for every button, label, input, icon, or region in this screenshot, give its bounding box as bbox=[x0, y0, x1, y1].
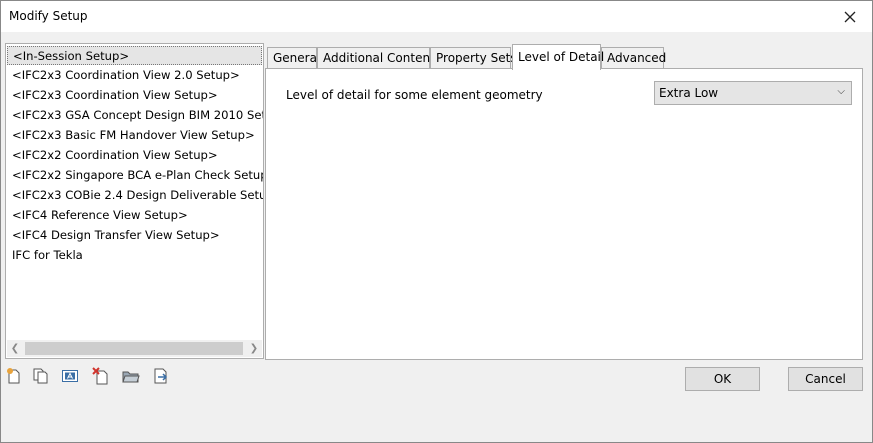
duplicate-setup-icon[interactable] bbox=[32, 367, 50, 385]
window-title: Modify Setup bbox=[9, 9, 88, 23]
title-bar: Modify Setup bbox=[1, 1, 872, 32]
tab-general[interactable]: General bbox=[267, 47, 320, 69]
setup-list-item[interactable]: <IFC2x3 Basic FM Handover View Setup> bbox=[7, 126, 262, 145]
setup-list-item[interactable]: <IFC2x3 Coordination View 2.0 Setup> bbox=[7, 66, 262, 85]
close-icon bbox=[844, 11, 856, 22]
cancel-button[interactable]: Cancel bbox=[788, 367, 863, 391]
ok-button[interactable]: OK bbox=[685, 367, 760, 391]
import-setup-icon[interactable] bbox=[122, 367, 140, 385]
setup-list-item[interactable]: <IFC4 Reference View Setup> bbox=[7, 206, 262, 225]
setup-list-item[interactable]: <IFC2x3 Coordination View Setup> bbox=[7, 86, 262, 105]
horizontal-scrollbar[interactable]: ❮ ❯ bbox=[7, 340, 262, 357]
setup-list[interactable]: <In-Session Setup> <IFC2x3 Coordination … bbox=[5, 43, 264, 359]
setup-list-item[interactable]: IFC for Tekla bbox=[7, 246, 262, 265]
setup-list-item[interactable]: <IFC2x2 Coordination View Setup> bbox=[7, 146, 262, 165]
close-button[interactable] bbox=[828, 1, 872, 32]
setup-list-item[interactable]: <IFC2x2 Singapore BCA e-Plan Check Setup… bbox=[7, 166, 263, 185]
scrollbar-thumb[interactable] bbox=[25, 342, 243, 355]
tab-advanced[interactable]: Advanced bbox=[601, 47, 666, 69]
setup-list-item[interactable]: <In-Session Setup> bbox=[7, 46, 262, 65]
new-setup-icon[interactable] bbox=[5, 367, 23, 385]
level-of-detail-dropdown[interactable]: Extra Low ⌵ bbox=[654, 81, 852, 105]
chevron-down-icon: ⌵ bbox=[837, 86, 845, 97]
setup-list-item[interactable]: <IFC4 Design Transfer View Setup> bbox=[7, 226, 262, 245]
level-of-detail-panel: Level of detail for some element geometr… bbox=[265, 68, 863, 360]
scroll-right-icon[interactable]: ❯ bbox=[246, 340, 262, 357]
delete-setup-icon[interactable] bbox=[92, 367, 110, 385]
export-setup-icon[interactable] bbox=[152, 367, 170, 385]
tab-level-of-detail[interactable]: Level of Detail bbox=[512, 44, 604, 70]
modify-setup-dialog: Modify Setup <In-Session Setup> <IFC2x3 … bbox=[0, 0, 873, 443]
setup-list-item[interactable]: <IFC2x3 GSA Concept Design BIM 2010 Setu… bbox=[7, 106, 263, 125]
level-of-detail-label: Level of detail for some element geometr… bbox=[286, 88, 543, 102]
setup-list-item[interactable]: <IFC2x3 COBie 2.4 Design Deliverable Set… bbox=[7, 186, 263, 205]
tab-additional-content[interactable]: Additional Content bbox=[317, 47, 435, 69]
dropdown-value: Extra Low bbox=[659, 86, 719, 100]
rename-setup-icon[interactable] bbox=[61, 367, 79, 385]
tab-property-sets[interactable]: Property Sets bbox=[430, 47, 517, 69]
scroll-left-icon[interactable]: ❮ bbox=[7, 340, 23, 357]
